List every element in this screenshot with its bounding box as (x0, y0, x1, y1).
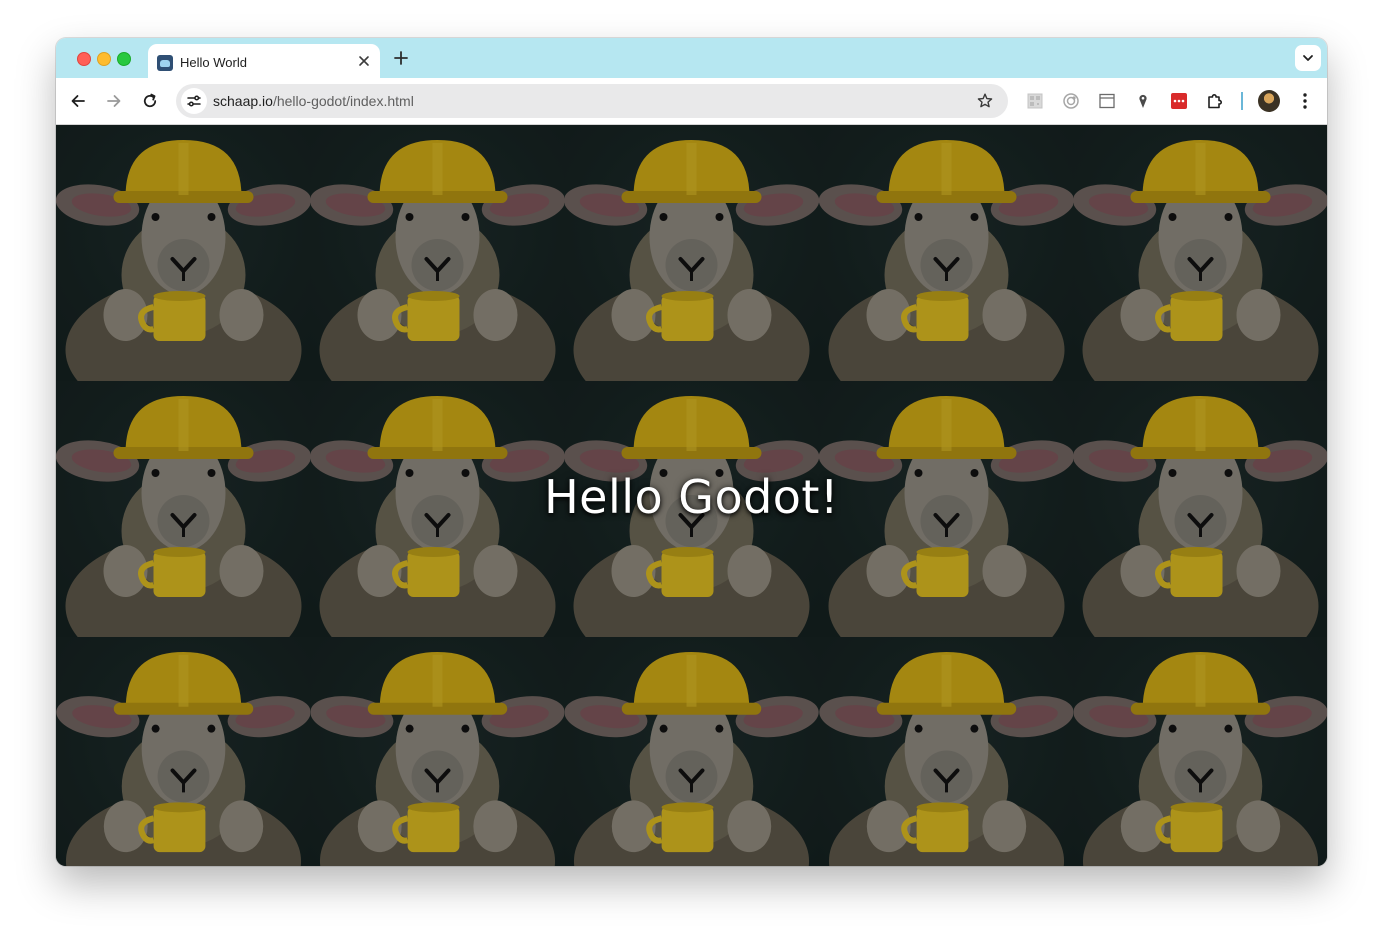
sheep-tile-image (564, 125, 820, 381)
forward-button[interactable] (103, 90, 125, 112)
back-button[interactable] (67, 90, 89, 112)
password-manager-extension-button[interactable] (1170, 92, 1188, 110)
sheep-tile-image (56, 637, 311, 866)
tab-strip: Hello World (56, 38, 1327, 78)
window-icon (1099, 93, 1115, 109)
sheep-tile-image (818, 125, 1074, 381)
maximize-window-button[interactable] (117, 52, 131, 66)
tab-hello-world[interactable]: Hello World (148, 44, 380, 78)
sheep-tile-image (56, 125, 311, 381)
ring-extension-button[interactable] (1062, 92, 1080, 110)
profile-avatar[interactable] (1258, 90, 1280, 112)
more-vertical-icon (1303, 93, 1307, 109)
chevron-down-icon (1303, 55, 1313, 61)
map-pin-extension-button[interactable] (1134, 92, 1152, 110)
tab-search-button[interactable] (1295, 45, 1321, 71)
page-heading: Hello Godot! (544, 470, 839, 524)
url-host: schaap.io (213, 93, 273, 109)
sheep-tile-image (1072, 125, 1327, 381)
godot-icon (157, 55, 173, 71)
sheep-tile-image (310, 637, 566, 866)
close-tab-icon[interactable] (356, 53, 372, 69)
bookmark-button[interactable] (976, 92, 994, 110)
extensions-button[interactable] (1206, 92, 1224, 110)
tune-icon (187, 95, 201, 107)
qr-code-extension-button[interactable] (1026, 92, 1044, 110)
new-tab-button[interactable] (390, 47, 412, 69)
sheep-tile-image (818, 637, 1074, 866)
star-icon (977, 93, 993, 108)
sheep-tile-image (564, 637, 820, 866)
address-bar[interactable]: schaap.io/hello-godot/index.html (176, 84, 1008, 118)
window-extension-button[interactable] (1098, 92, 1116, 110)
arrow-right-icon (107, 95, 121, 107)
sheep-tile-image (1072, 637, 1327, 866)
browser-window: Hello World schaap.io/hello-godot/index.… (56, 38, 1327, 866)
qr-code-icon (1027, 93, 1043, 109)
close-window-button[interactable] (77, 52, 91, 66)
sheep-tile-image (310, 125, 566, 381)
toolbar-separator (1241, 92, 1243, 110)
url-path: /hello-godot/index.html (272, 93, 414, 109)
site-info-button[interactable] (181, 88, 207, 114)
reload-icon (143, 93, 157, 108)
map-pin-icon (1139, 94, 1147, 108)
ring-icon (1063, 93, 1079, 109)
password-manager-icon (1171, 93, 1187, 109)
page-viewport: Hello Godot! (56, 125, 1327, 866)
arrow-left-icon (71, 95, 85, 107)
tab-title: Hello World (180, 55, 247, 70)
url-text[interactable]: schaap.io/hello-godot/index.html (213, 93, 414, 109)
minimize-window-button[interactable] (97, 52, 111, 66)
reload-button[interactable] (139, 90, 161, 112)
browser-menu-button[interactable] (1295, 91, 1315, 111)
puzzle-icon (1208, 94, 1222, 109)
browser-toolbar: schaap.io/hello-godot/index.html (56, 78, 1327, 125)
